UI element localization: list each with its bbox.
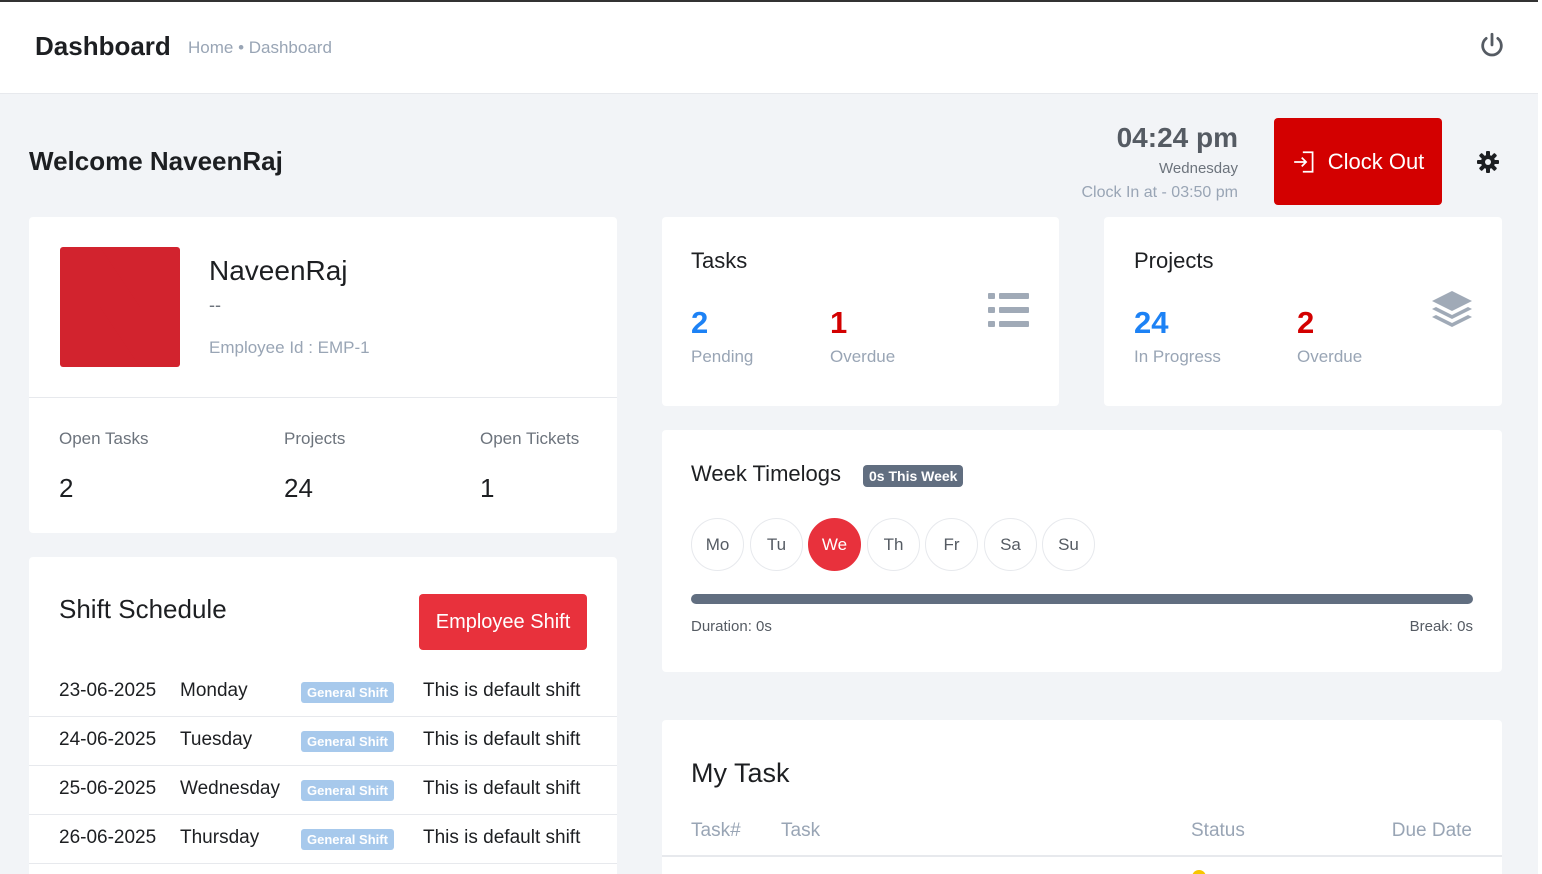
projects-progress-label: In Progress (1134, 347, 1221, 366)
shift-badge: General Shift (301, 682, 394, 703)
projects-progress-count[interactable]: 24 (1134, 305, 1168, 341)
stat-label: Projects (284, 429, 346, 448)
day-thursday[interactable]: Th (867, 518, 920, 571)
stat-value: 1 (480, 473, 495, 503)
employee-shift-button[interactable]: Employee Shift (419, 594, 587, 650)
layers-icon (1432, 291, 1472, 327)
stat-open-tasks[interactable]: Open Tasks 2 (59, 429, 148, 504)
tasks-overdue-count[interactable]: 1 (830, 305, 847, 341)
projects-overdue-count[interactable]: 2 (1297, 305, 1314, 341)
my-task-card: My Task Task# Task Status Due Date (662, 720, 1502, 874)
shift-day: Thursday (180, 827, 260, 848)
stat-label: Open Tasks (59, 429, 149, 448)
duration-text: Duration: 0s (691, 618, 772, 635)
column-header-task-number[interactable]: Task# (691, 820, 741, 842)
timelogs-badge: 0s This Week (863, 465, 964, 487)
shift-title: Shift Schedule (59, 594, 227, 624)
day-monday[interactable]: Mo (691, 518, 744, 571)
projects-title: Projects (1134, 248, 1214, 273)
employee-name[interactable]: NaveenRaj (209, 255, 348, 287)
table-row: 24-06-2025 Tuesday General Shift This is… (29, 717, 617, 766)
current-day: Wednesday (1159, 160, 1238, 177)
shift-schedule-card: Shift Schedule Employee Shift 23-06-2025… (29, 557, 617, 874)
shift-note: This is default shift (423, 680, 581, 701)
tasks-card: Tasks 2 Pending 1 Overdue (662, 217, 1059, 406)
column-header-due-date[interactable]: Due Date (1392, 820, 1472, 842)
employee-id: Employee Id : EMP-1 (209, 338, 370, 357)
shift-day: Wednesday (180, 778, 280, 799)
list-icon (988, 293, 1029, 327)
timelog-progress-bar (691, 594, 1473, 604)
clock-in-time: Clock In at - 03:50 pm (1081, 184, 1238, 201)
clock-out-icon (1293, 150, 1314, 173)
scrollbar[interactable] (1538, 0, 1542, 874)
profile-card: NaveenRaj -- Employee Id : EMP-1 Open Ta… (29, 217, 617, 533)
status-indicator (1192, 870, 1206, 874)
divider (29, 397, 617, 398)
power-icon[interactable] (1478, 32, 1506, 60)
stat-value: 24 (284, 473, 313, 503)
clock-out-button[interactable]: Clock Out (1274, 118, 1442, 205)
clock-out-label: Clock Out (1327, 148, 1425, 174)
page-title: Dashboard (35, 31, 171, 61)
day-saturday[interactable]: Sa (984, 518, 1037, 571)
day-sunday[interactable]: Su (1042, 518, 1095, 571)
projects-overdue-label: Overdue (1297, 347, 1363, 366)
shift-date: 23-06-2025 (59, 680, 157, 701)
gear-icon[interactable] (1476, 150, 1500, 174)
shift-day: Tuesday (180, 729, 253, 750)
shift-date: 25-06-2025 (59, 778, 157, 799)
stat-projects[interactable]: Projects 24 (284, 429, 345, 504)
avatar[interactable] (60, 247, 180, 367)
table-row: 26-06-2025 Thursday General Shift This i… (29, 815, 617, 864)
timelogs-title: Week Timelogs (691, 461, 841, 486)
table-row: 23-06-2025 Monday General Shift This is … (29, 668, 617, 717)
tasks-title: Tasks (691, 248, 748, 273)
shift-badge: General Shift (301, 829, 394, 850)
shift-note: This is default shift (423, 729, 581, 750)
shift-badge: General Shift (301, 780, 394, 801)
projects-card: Projects 24 In Progress 2 Overdue (1104, 217, 1502, 406)
my-task-title: My Task (691, 758, 790, 788)
stat-open-tickets[interactable]: Open Tickets 1 (480, 429, 579, 504)
tasks-pending-label: Pending (691, 347, 754, 366)
top-bar: Dashboard Home • Dashboard (0, 0, 1538, 94)
divider (662, 855, 1502, 857)
day-friday[interactable]: Fr (925, 518, 978, 571)
tasks-overdue-label: Overdue (830, 347, 896, 366)
shift-badge: General Shift (301, 731, 394, 752)
column-header-task[interactable]: Task (781, 820, 820, 842)
stat-label: Open Tickets (480, 429, 580, 448)
column-header-status[interactable]: Status (1191, 820, 1245, 842)
stat-value: 2 (59, 473, 74, 503)
day-wednesday[interactable]: We (808, 518, 861, 571)
employee-role: -- (209, 295, 221, 315)
breadcrumb[interactable]: Home • Dashboard (188, 38, 332, 58)
welcome-heading: Welcome NaveenRaj (29, 146, 283, 176)
table-row: 25-06-2025 Wednesday General Shift This … (29, 766, 617, 815)
day-tuesday[interactable]: Tu (750, 518, 803, 571)
tasks-pending-count[interactable]: 2 (691, 305, 708, 341)
shift-note: This is default shift (423, 827, 581, 848)
current-time: 04:24 pm (1116, 122, 1238, 153)
avatar-letter (72, 247, 168, 367)
week-timelogs-card: Week Timelogs 0s This Week Mo Tu We Th F… (662, 430, 1502, 672)
shift-note: This is default shift (423, 778, 581, 799)
break-text: Break: 0s (1409, 618, 1473, 635)
shift-date: 24-06-2025 (59, 729, 157, 750)
shift-date: 26-06-2025 (59, 827, 157, 848)
shift-day: Monday (180, 680, 248, 701)
